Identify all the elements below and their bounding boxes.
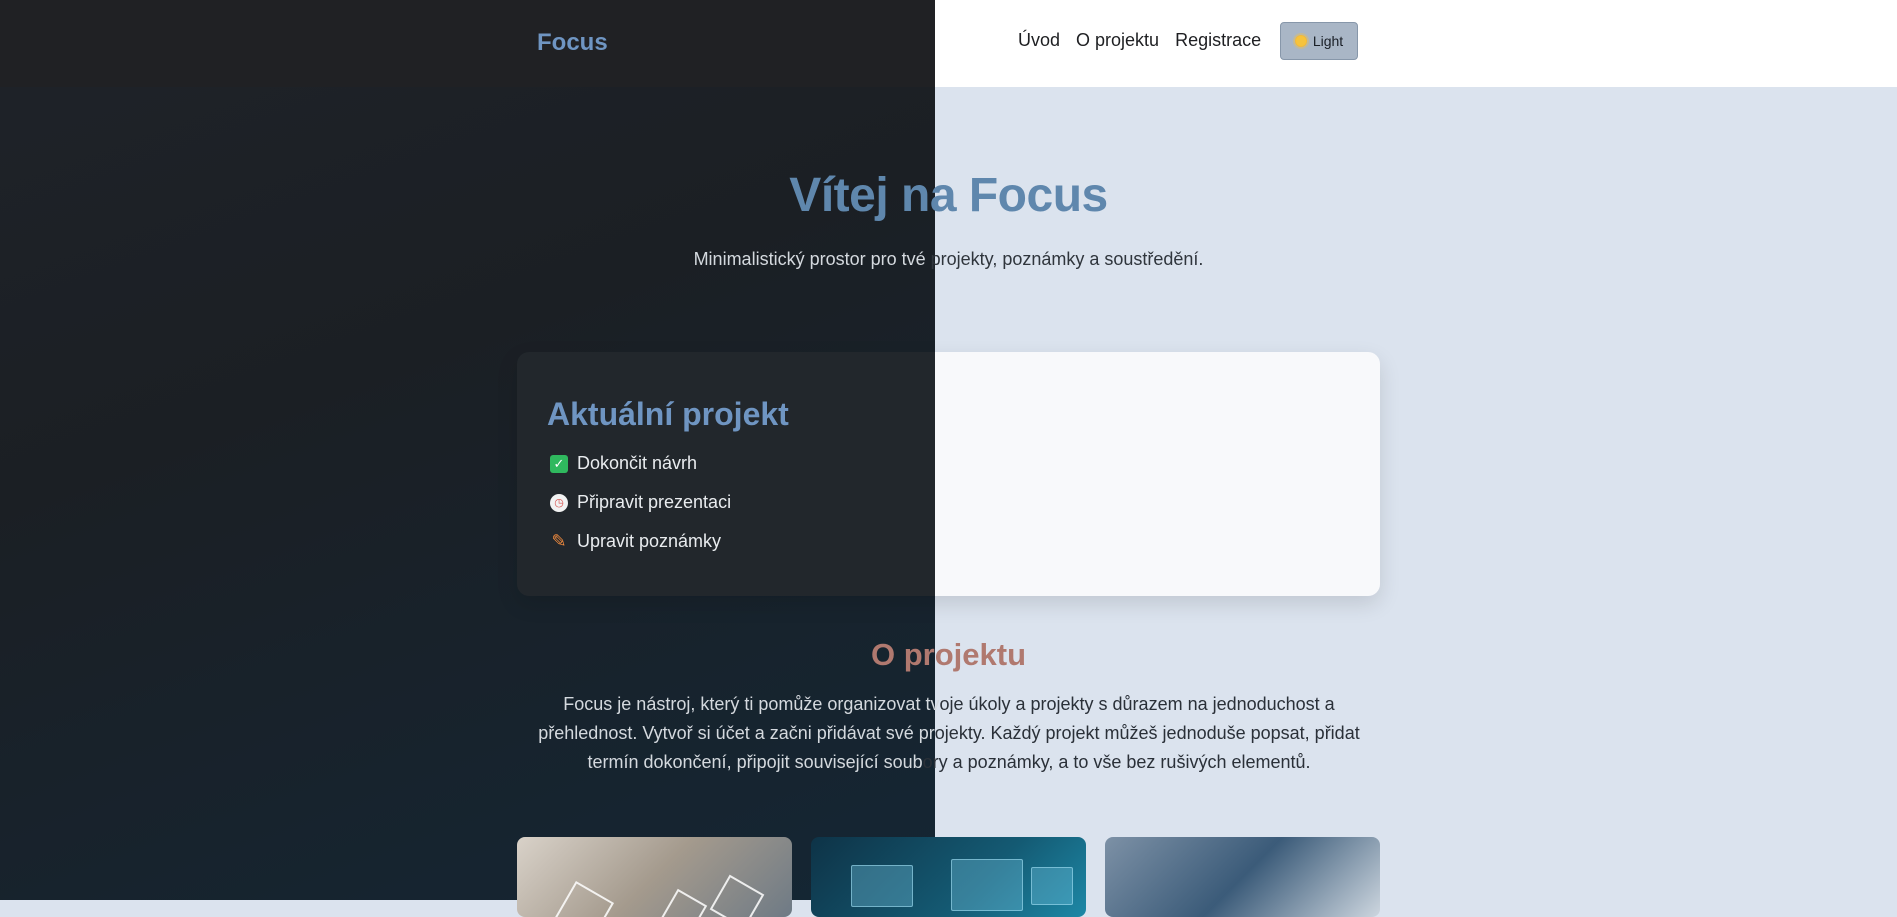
hero-subtitle-part: projekty, poznámky a soustředění. [930, 249, 1204, 269]
hero-subtitle-part: Minimalistický prostor pro tvé [693, 249, 931, 269]
about-line: termín dokončení, připojit související s… [536, 748, 1362, 777]
main-nav: Úvod O projektu Registrace [1018, 30, 1261, 51]
hexagon-icon [660, 888, 708, 917]
about-line-part: termín dokončení, připojit související s… [587, 752, 923, 772]
about-line-part: oje úkoly a projekty s důrazem na jednod… [939, 694, 1335, 714]
theme-toggle-button[interactable]: Light [1280, 22, 1358, 60]
hero-subtitle: Minimalistický prostor pro tvé projekty,… [0, 249, 1897, 270]
theme-toggle-label: Light [1312, 33, 1344, 49]
brand-logo[interactable]: Focus [537, 29, 608, 57]
about-line-part: ojekty. Každý projekt můžeš jednoduše po… [934, 723, 1360, 743]
task-label: Dokončit návrh [577, 453, 698, 473]
hero-title: Vítej na Focus [789, 169, 1108, 222]
pencil-icon: ✎ [551, 531, 567, 551]
about-line: Focus je nástroj, který ti pomůže organi… [536, 690, 1362, 719]
nav-link-registrace[interactable]: Registrace [1175, 30, 1261, 51]
current-project-card: Aktuální projekt ✓ Dokončit návrh ◷ Přip… [517, 352, 1380, 596]
dashboard-panel-icon [851, 865, 913, 907]
task-item[interactable]: ✓ Dokončit návrh [550, 453, 697, 474]
about-title: O projektu [870, 637, 1026, 672]
card-light-half [935, 352, 1380, 596]
about-text: Focus je nástroj, který ti pomůže organi… [536, 690, 1362, 777]
about-line-part: Focus je nástroj, který ti pomůže organi… [563, 694, 940, 714]
about-line-part: přehlednost. Vytvoř si účet a začni přid… [538, 723, 935, 743]
task-label: Upravit poznámky [577, 531, 722, 551]
location-pin-icon [709, 874, 765, 917]
clock-icon: ◷ [550, 493, 568, 512]
feature-image-1 [517, 837, 792, 917]
about-line: přehlednost. Vytvoř si účet a začni přid… [536, 719, 1362, 748]
checkmark-panel-icon [951, 859, 1023, 911]
about-line-part: ory a poznámky, a to vše bez rušivých el… [922, 752, 1311, 772]
check-icon: ✓ [550, 454, 568, 473]
task-label: Připravit prezentaci [577, 492, 732, 512]
card-title: Aktuální projekt [547, 396, 789, 432]
sun-icon [1294, 35, 1307, 47]
hexagon-icon [553, 880, 615, 917]
nav-link-o-projektu[interactable]: O projektu [1076, 30, 1159, 51]
dashboard-panel-icon [1031, 867, 1073, 905]
feature-image-2 [811, 837, 1086, 917]
task-item[interactable]: ✎ Upravit poznámky [550, 531, 721, 552]
nav-link-uvod[interactable]: Úvod [1018, 30, 1060, 51]
topbar-dark [0, 0, 935, 87]
feature-image-3 [1105, 837, 1380, 917]
card-dark-half [517, 352, 935, 596]
task-item[interactable]: ◷ Připravit prezentaci [550, 492, 731, 513]
